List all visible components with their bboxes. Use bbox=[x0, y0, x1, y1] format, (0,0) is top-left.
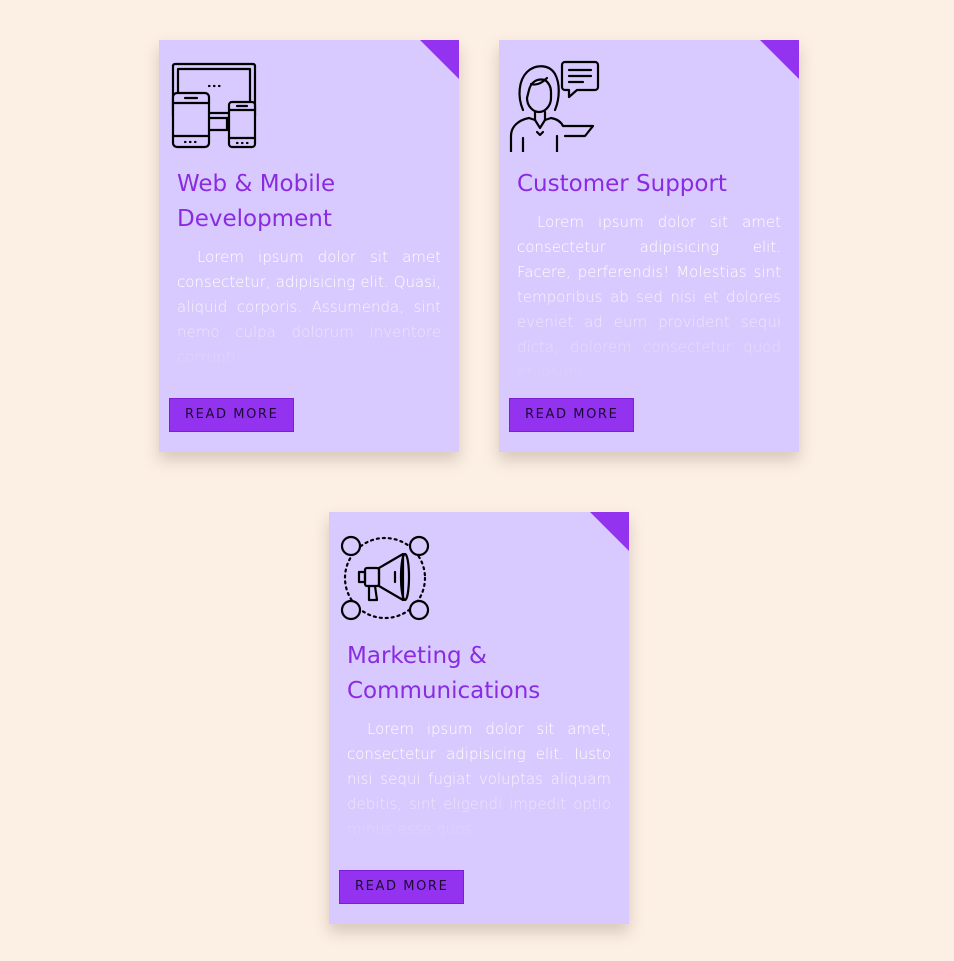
card-corner-ribbon bbox=[420, 40, 459, 79]
service-card-marketing: Marketing & Communications Lorem ipsum d… bbox=[329, 512, 629, 924]
card-corner-ribbon bbox=[760, 40, 799, 79]
card-description: Lorem ipsum dolor sit amet, consectetur … bbox=[347, 720, 611, 838]
read-more-button[interactable]: READ MORE bbox=[509, 398, 635, 432]
card-description: Lorem ipsum dolor sit amet consectetur a… bbox=[517, 213, 781, 380]
card-description: Lorem ipsum dolor sit amet consectetur, … bbox=[177, 248, 441, 366]
service-card-web-mobile: Web & Mobile Development Lorem ipsum dol… bbox=[159, 40, 459, 452]
card-title: Web & Mobile Development bbox=[177, 171, 336, 232]
card-title: Customer Support bbox=[517, 171, 727, 197]
megaphone-network-icon bbox=[339, 532, 431, 624]
customer-support-icon bbox=[509, 60, 601, 152]
card-corner-ribbon bbox=[590, 512, 629, 551]
read-more-button[interactable]: READ MORE bbox=[339, 870, 465, 904]
card-title: Marketing & Communications bbox=[347, 643, 541, 704]
read-more-button[interactable]: READ MORE bbox=[169, 398, 295, 432]
service-card-customer-support: Customer Support Lorem ipsum dolor sit a… bbox=[499, 40, 799, 452]
devices-icon bbox=[169, 60, 261, 152]
